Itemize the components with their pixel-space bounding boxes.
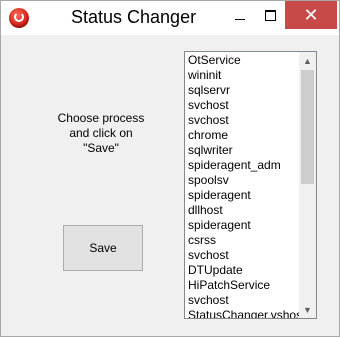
process-list-item[interactable]: dllhost [185,203,299,218]
maximize-icon [264,9,276,21]
minimize-button[interactable] [225,1,255,29]
process-list-item[interactable]: DTUpdate [185,263,299,278]
process-list-item[interactable]: spideragent [185,188,299,203]
process-list-item[interactable]: svchost [185,113,299,128]
minimize-icon [235,18,245,20]
chevron-down-icon: ▼ [303,304,312,315]
chevron-up-icon: ▲ [303,55,312,66]
save-button[interactable]: Save [63,225,143,271]
close-icon: ✕ [303,5,319,25]
process-list-item[interactable]: wininit [185,68,299,83]
process-list-item[interactable]: csrss [185,233,299,248]
process-list-item[interactable]: sqlwriter [185,143,299,158]
process-list-item[interactable]: sqlservr [185,83,299,98]
process-list[interactable]: OtService wininit sqlservr svchost svchost ch… [185,53,299,318]
instruction-label: Choose process and click on "Save" [57,111,145,155]
status-changer-window: Status Changer ✕ Choose process and clic… [0,0,340,337]
process-list-item[interactable]: HiPatchService [185,278,299,293]
window-title: Status Changer [71,7,197,27]
process-listbox[interactable]: OtService wininit sqlservr svchost svchost ch… [184,51,317,319]
scroll-up-button[interactable]: ▲ [299,52,316,69]
close-button[interactable]: ✕ [285,1,337,29]
process-list-item[interactable]: spideragent [185,218,299,233]
process-list-item[interactable]: svchost [185,293,299,308]
maximize-button[interactable] [255,1,285,29]
scroll-thumb[interactable] [301,70,314,184]
process-list-item[interactable]: chrome [185,128,299,143]
scroll-down-button[interactable]: ▼ [299,301,316,318]
process-list-item[interactable]: spoolsv [185,173,299,188]
process-list-item[interactable]: OtService [185,53,299,68]
process-list-item[interactable]: svchost [185,98,299,113]
process-list-item[interactable]: svchost [185,248,299,263]
app-logo-icon[interactable] [9,8,29,28]
vertical-scrollbar[interactable]: ▲ ▼ [299,52,316,318]
process-list-item[interactable]: spideragent_adm [185,158,299,173]
title-bar[interactable]: Status Changer ✕ [1,1,339,35]
process-list-item[interactable]: StatusChanger.vshost [185,308,299,318]
